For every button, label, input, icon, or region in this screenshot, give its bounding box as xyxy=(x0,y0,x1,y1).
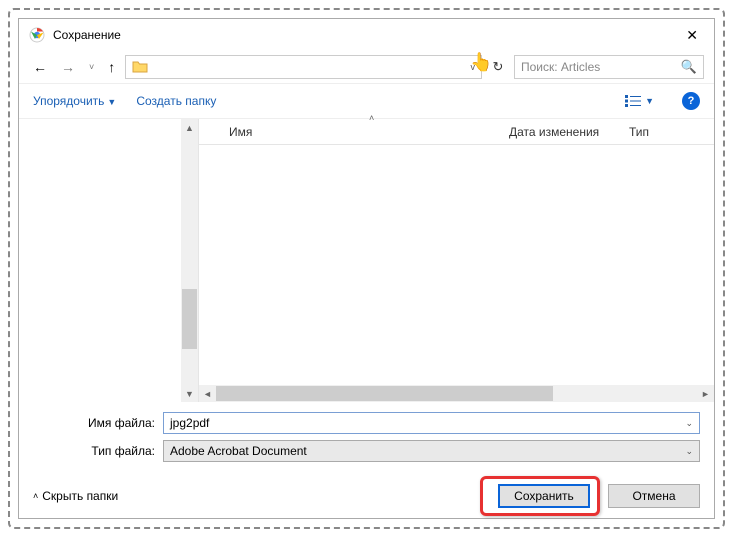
chevron-down-icon[interactable]: ⌄ xyxy=(685,446,693,457)
filename-input[interactable]: jpg2pdf ⌄ xyxy=(163,412,700,434)
scrollbar-thumb[interactable] xyxy=(182,289,197,349)
chevron-up-icon: ˄ xyxy=(33,491,38,501)
scroll-down-icon[interactable]: ▼ xyxy=(181,385,198,402)
search-placeholder: Поиск: Articles xyxy=(521,60,600,74)
address-bar[interactable]: v xyxy=(125,55,482,79)
col-type[interactable]: Тип xyxy=(629,125,689,139)
chevron-down-icon: ▼ xyxy=(645,96,654,106)
folder-icon xyxy=(132,59,148,75)
scroll-up-icon[interactable]: ▲ xyxy=(181,119,198,136)
close-button[interactable]: ✕ xyxy=(680,27,704,44)
organize-menu[interactable]: Упорядочить▼ xyxy=(33,94,116,108)
save-dialog: Сохранение ✕ ← → ˅ ↑ v ↻ Поиск: Articles… xyxy=(18,18,715,519)
up-button[interactable]: ↑ xyxy=(104,57,119,77)
nav-row: ← → ˅ ↑ v ↻ Поиск: Articles 🔍 xyxy=(19,51,714,83)
filetype-label: Тип файла: xyxy=(33,444,163,458)
filename-row: Имя файла: jpg2pdf ⌄ xyxy=(33,412,700,434)
chevron-down-icon[interactable]: ⌄ xyxy=(685,418,693,429)
recent-dropdown[interactable]: ˅ xyxy=(85,60,98,74)
column-headers: ˄ Имя Дата изменения Тип xyxy=(199,119,714,145)
form-area: Имя файла: jpg2pdf ⌄ Тип файла: Adobe Ac… xyxy=(19,402,714,474)
content-area: ▲ ▼ ˄ Имя Дата изменения Тип ◄ ► xyxy=(19,119,714,402)
filetype-row: Тип файла: Adobe Acrobat Document ⌄ xyxy=(33,440,700,462)
search-icon: 🔍 xyxy=(681,59,697,75)
scroll-left-icon[interactable]: ◄ xyxy=(199,389,216,399)
titlebar: Сохранение ✕ xyxy=(19,19,714,51)
filename-label: Имя файла: xyxy=(33,416,163,430)
refresh-button[interactable]: ↻ xyxy=(488,59,508,75)
file-list-body[interactable] xyxy=(199,145,714,385)
search-input[interactable]: Поиск: Articles 🔍 xyxy=(514,55,704,79)
window-title: Сохранение xyxy=(53,28,680,42)
chevron-down-icon: ▼ xyxy=(107,97,116,107)
file-list: ˄ Имя Дата изменения Тип ◄ ► xyxy=(199,119,714,402)
toolbar: Упорядочить▼ Создать папку ▼ ? xyxy=(19,83,714,119)
cancel-button[interactable]: Отмена xyxy=(608,484,700,508)
hide-folders-toggle[interactable]: ˄ Скрыть папки xyxy=(33,489,118,503)
sort-indicator-icon: ˄ xyxy=(369,113,374,123)
highlight-annotation: Сохранить xyxy=(480,476,600,516)
view-options[interactable]: ▼ xyxy=(625,95,654,107)
col-name[interactable]: ˄ Имя xyxy=(229,125,509,139)
app-icon xyxy=(29,27,45,43)
tree-scrollbar[interactable]: ▲ ▼ xyxy=(181,119,198,402)
horizontal-scrollbar[interactable]: ◄ ► xyxy=(199,385,714,402)
address-dropdown-icon[interactable]: v xyxy=(471,62,476,72)
help-icon[interactable]: ? xyxy=(682,92,700,110)
folder-tree[interactable]: ▲ ▼ xyxy=(19,119,199,402)
forward-button[interactable]: → xyxy=(57,57,79,77)
back-button[interactable]: ← xyxy=(29,57,51,77)
new-folder-button[interactable]: Создать папку xyxy=(136,94,216,108)
col-date[interactable]: Дата изменения xyxy=(509,125,629,139)
scroll-right-icon[interactable]: ► xyxy=(697,389,714,399)
filetype-select[interactable]: Adobe Acrobat Document ⌄ xyxy=(163,440,700,462)
save-button[interactable]: Сохранить xyxy=(498,484,590,508)
footer: ˄ Скрыть папки Сохранить Отмена xyxy=(19,474,714,518)
scrollbar-thumb[interactable] xyxy=(216,386,553,401)
